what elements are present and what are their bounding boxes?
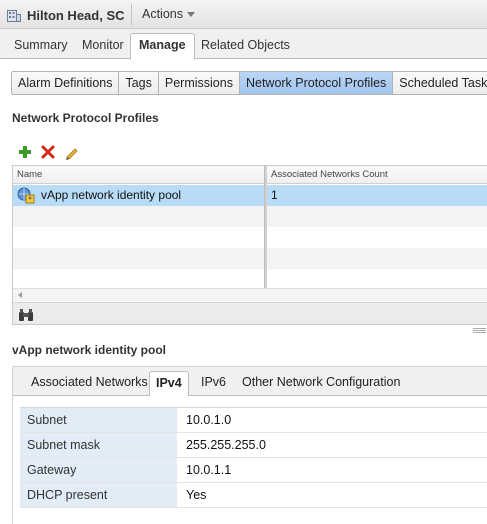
column-header-name[interactable]: Name — [13, 166, 42, 184]
sub-tab-bar: Alarm Definitions Tags Permissions Netwo… — [11, 71, 487, 95]
column-header-count[interactable]: Associated Networks Count — [267, 166, 388, 184]
subtab-tags[interactable]: Tags — [119, 71, 159, 95]
column-resizer[interactable] — [264, 166, 267, 288]
add-icon — [19, 146, 31, 158]
section-title: Network Protocol Profiles — [12, 111, 159, 125]
property-row: Subnet 10.0.1.0 — [20, 408, 487, 433]
object-header: Hilton Head, SC — [6, 6, 125, 24]
table-row — [13, 227, 487, 248]
table-row — [13, 248, 487, 269]
property-label: DHCP present — [20, 483, 177, 507]
divider — [131, 4, 132, 25]
property-value: 10.0.1.0 — [186, 413, 232, 427]
tab-related-objects[interactable]: Related Objects — [201, 37, 290, 61]
property-row: Subnet mask 255.255.255.0 — [20, 433, 487, 458]
details-panel: Subnet 10.0.1.0 Subnet mask 255.255.255.… — [12, 396, 487, 524]
property-label: Subnet mask — [20, 433, 177, 457]
tab-summary[interactable]: Summary — [14, 37, 67, 61]
table-row — [13, 269, 487, 288]
horizontal-scrollbar[interactable] — [13, 288, 487, 301]
associated-networks-count: 1 — [271, 188, 278, 202]
property-label: Gateway — [20, 458, 177, 482]
splitter-handle[interactable] — [473, 328, 486, 333]
tab-associated-networks[interactable]: Associated Networks — [31, 374, 148, 390]
delete-icon — [41, 145, 55, 159]
binoculars-icon[interactable] — [18, 307, 34, 323]
property-value: 10.0.1.1 — [186, 463, 232, 477]
scroll-left-icon[interactable] — [18, 292, 22, 298]
datacenter-icon — [6, 7, 22, 23]
page-title: Hilton Head, SC — [27, 7, 125, 23]
property-label: Subnet — [20, 408, 177, 432]
subtab-alarm-definitions[interactable]: Alarm Definitions — [11, 71, 120, 95]
profiles-table: Name Associated Networks Count vApp netw… — [12, 165, 487, 325]
caret-down-icon — [187, 12, 195, 17]
details-tab-bar: Associated Networks IPv4 IPv6 Other Netw… — [12, 366, 487, 397]
subtab-permissions[interactable]: Permissions — [158, 71, 240, 95]
edit-icon — [65, 147, 78, 160]
profiles-toolbar — [17, 143, 79, 161]
table-row[interactable]: vApp network identity pool 1 — [13, 185, 487, 206]
table-footer — [13, 302, 487, 324]
tab-other-network-configuration[interactable]: Other Network Configuration — [242, 374, 400, 390]
delete-button[interactable] — [40, 144, 56, 160]
tab-manage[interactable]: Manage — [130, 33, 195, 60]
subtab-scheduled-tasks[interactable]: Scheduled Tasks — [393, 71, 487, 95]
tab-ipv4[interactable]: IPv4 — [149, 371, 189, 397]
network-profile-icon — [17, 187, 37, 204]
property-row: Gateway 10.0.1.1 — [20, 458, 487, 483]
tab-monitor[interactable]: Monitor — [82, 37, 124, 61]
table-row — [13, 206, 487, 227]
property-value: 255.255.255.0 — [186, 438, 266, 452]
title-bar: Hilton Head, SC Actions — [0, 0, 487, 29]
actions-label: Actions — [142, 7, 183, 21]
properties-table: Subnet 10.0.1.0 Subnet mask 255.255.255.… — [20, 407, 487, 508]
add-button[interactable] — [17, 144, 33, 160]
property-value: Yes — [186, 488, 207, 502]
actions-menu-button[interactable]: Actions — [142, 6, 195, 22]
table-header: Name Associated Networks Count — [13, 166, 487, 184]
property-row: DHCP present Yes — [20, 483, 487, 508]
edit-button[interactable] — [63, 144, 79, 160]
profile-name: vApp network identity pool — [41, 188, 182, 202]
subtab-network-protocol-profiles[interactable]: Network Protocol Profiles — [239, 71, 394, 95]
details-title: vApp network identity pool — [12, 343, 167, 357]
tab-ipv6[interactable]: IPv6 — [201, 374, 226, 390]
